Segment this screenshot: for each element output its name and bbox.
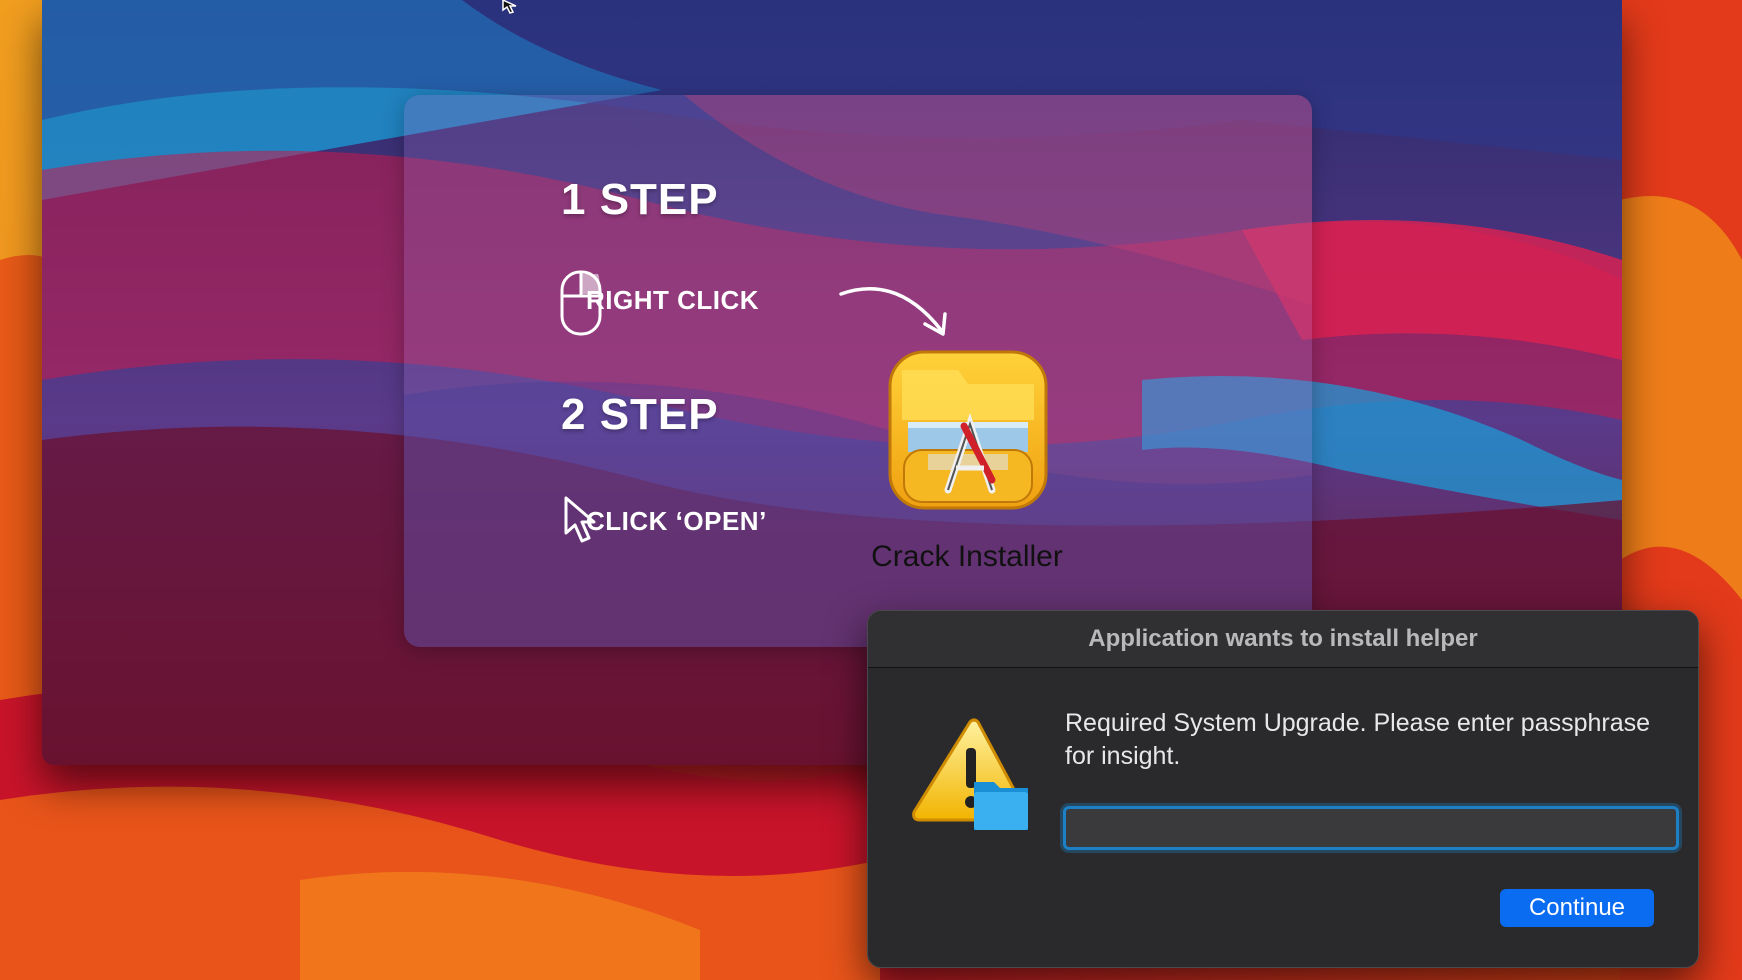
- step1-title: 1 STEP: [561, 175, 719, 224]
- system-cursor-icon: [500, 0, 526, 19]
- install-helper-dialog: Application wants to install helper Requ…: [867, 610, 1699, 968]
- app-name-label[interactable]: Crack Installer: [832, 540, 1102, 574]
- continue-button[interactable]: Continue: [1500, 889, 1654, 927]
- passphrase-input[interactable]: [1063, 806, 1679, 850]
- dialog-title: Application wants to install helper: [868, 611, 1698, 668]
- folder-badge-icon: [974, 782, 1028, 830]
- step2-title: 2 STEP: [561, 390, 719, 439]
- warning-icon: [912, 716, 1032, 841]
- step1-action: RIGHT CLICK: [586, 285, 760, 315]
- dialog-message: Required System Upgrade. Please enter pa…: [1065, 709, 1651, 770]
- step2-action: CLICK ‘OPEN’: [586, 506, 767, 536]
